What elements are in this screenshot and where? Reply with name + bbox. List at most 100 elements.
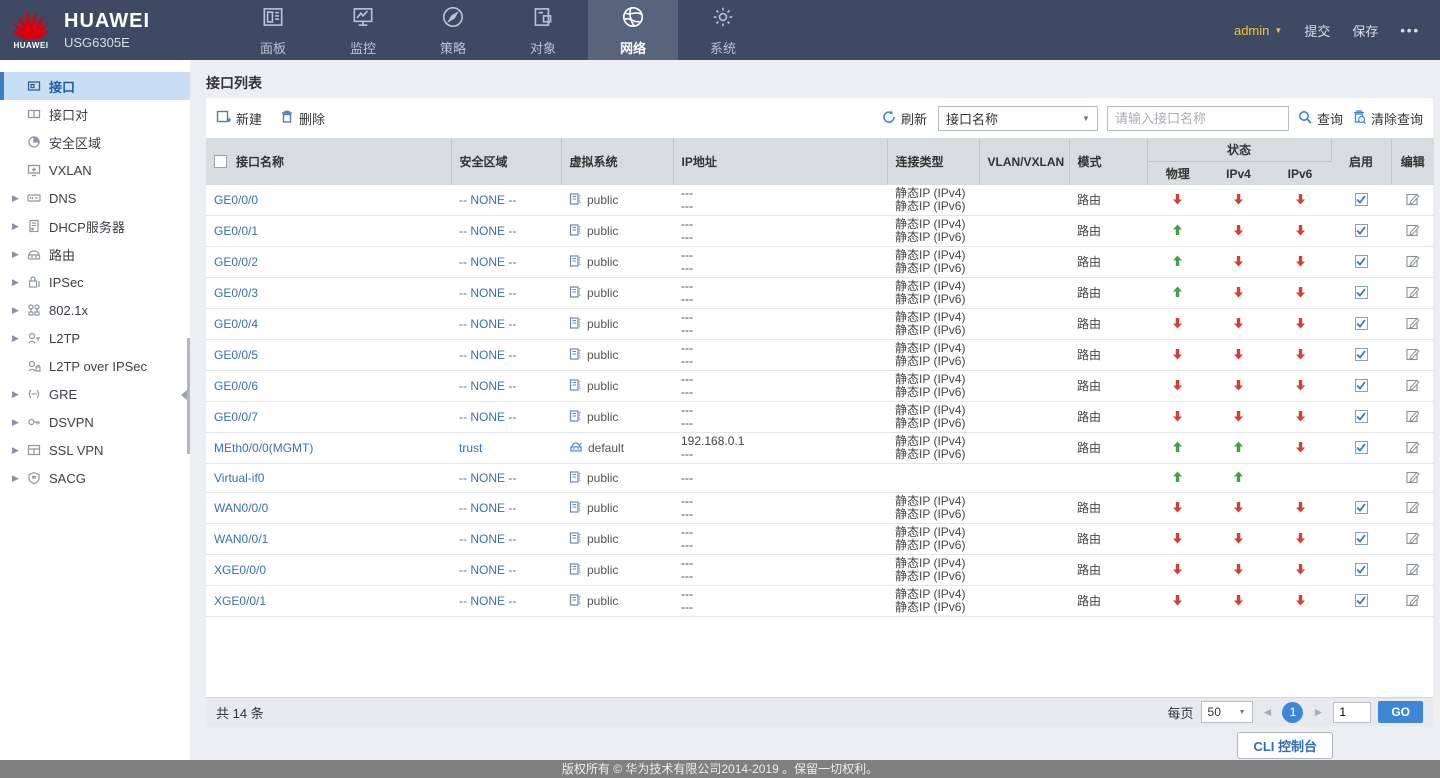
interface-name-link[interactable]: GE0/0/7 [214,410,258,424]
sidebar-item-12[interactable]: ▶DSVPN [0,408,190,436]
edit-icon[interactable] [1406,223,1420,240]
edit-icon[interactable] [1406,285,1420,302]
filter-field-select[interactable]: 接口名称 ▼ [938,106,1098,131]
interface-name-link[interactable]: GE0/0/3 [214,286,258,300]
commit-button[interactable]: 提交 [1304,21,1330,40]
search-input[interactable] [1107,106,1289,131]
interface-name-link[interactable]: GE0/0/6 [214,379,258,393]
edit-icon[interactable] [1406,470,1420,487]
security-zone-link[interactable]: -- NONE -- [459,471,516,485]
enable-checkbox[interactable] [1355,532,1368,545]
enable-checkbox[interactable] [1355,224,1368,237]
delete-button[interactable]: 删除 [280,109,325,128]
goto-page-input[interactable] [1333,702,1371,723]
edit-icon[interactable] [1406,500,1420,517]
nav-item-2[interactable]: 策略 [408,0,498,60]
edit-icon[interactable] [1406,593,1420,610]
security-zone-link[interactable]: -- NONE -- [459,224,516,238]
nav-item-1[interactable]: 监控 [318,0,408,60]
expand-arrow-icon[interactable]: ▶ [12,277,26,288]
sidebar-item-7[interactable]: ▶IPSec [0,268,190,296]
security-zone-link[interactable]: -- NONE -- [459,379,516,393]
sidebar-item-3[interactable]: VXLAN [0,156,190,184]
nav-item-3[interactable]: 对象 [498,0,588,60]
enable-checkbox[interactable] [1355,317,1368,330]
edit-icon[interactable] [1406,347,1420,364]
sidebar-item-5[interactable]: ▶DHCP服务器 [0,212,190,240]
interface-name-link[interactable]: XGE0/0/0 [214,563,266,577]
sidebar-item-2[interactable]: 安全区域 [0,128,190,156]
sidebar-item-11[interactable]: ▶GRE [0,380,190,408]
enable-checkbox[interactable] [1355,255,1368,268]
edit-icon[interactable] [1406,562,1420,579]
interface-name-link[interactable]: MEth0/0/0(MGMT) [214,441,313,455]
sidebar-item-0[interactable]: 接口 [0,72,190,100]
go-button[interactable]: GO [1378,701,1423,723]
per-page-select[interactable]: 50 ▼ [1201,701,1253,723]
edit-icon[interactable] [1406,531,1420,548]
sidebar-item-8[interactable]: ▶802.1x [0,296,190,324]
security-zone-link[interactable]: -- NONE -- [459,563,516,577]
expand-arrow-icon[interactable]: ▶ [12,193,26,204]
more-menu-button[interactable]: ••• [1400,23,1420,38]
sidebar-item-13[interactable]: ▶SSL VPN [0,436,190,464]
sidebar-item-14[interactable]: ▶SACG [0,464,190,492]
security-zone-link[interactable]: -- NONE -- [459,594,516,608]
edit-icon[interactable] [1406,192,1420,209]
edit-icon[interactable] [1406,254,1420,271]
expand-arrow-icon[interactable]: ▶ [12,473,26,484]
expand-arrow-icon[interactable]: ▶ [12,305,26,316]
save-button[interactable]: 保存 [1352,21,1378,40]
interface-name-link[interactable]: GE0/0/5 [214,348,258,362]
nav-item-4[interactable]: 网络 [588,0,678,60]
new-button[interactable]: 新建 [216,109,262,128]
query-button[interactable]: 查询 [1298,109,1343,128]
interface-name-link[interactable]: GE0/0/4 [214,317,258,331]
sidebar-collapse-handle[interactable] [187,338,190,454]
sidebar-item-1[interactable]: 接口对 [0,100,190,128]
sidebar-item-4[interactable]: ▶DNS [0,184,190,212]
enable-checkbox[interactable] [1355,501,1368,514]
security-zone-link[interactable]: -- NONE -- [459,532,516,546]
expand-arrow-icon[interactable]: ▶ [12,445,26,456]
sidebar-item-10[interactable]: L2TP over IPSec [0,352,190,380]
enable-checkbox[interactable] [1355,379,1368,392]
expand-arrow-icon[interactable]: ▶ [12,333,26,344]
next-page-icon[interactable]: ► [1310,705,1326,719]
expand-arrow-icon[interactable]: ▶ [12,417,26,428]
edit-icon[interactable] [1406,440,1420,457]
security-zone-link[interactable]: trust [459,441,482,455]
enable-checkbox[interactable] [1355,594,1368,607]
sidebar-item-6[interactable]: ▶路由 [0,240,190,268]
clear-query-button[interactable]: 清除查询 [1352,109,1423,128]
security-zone-link[interactable]: -- NONE -- [459,348,516,362]
expand-arrow-icon[interactable]: ▶ [12,389,26,400]
expand-arrow-icon[interactable]: ▶ [12,221,26,232]
refresh-button[interactable]: 刷新 [882,109,927,128]
interface-name-link[interactable]: Virtual-if0 [214,471,264,485]
interface-name-link[interactable]: GE0/0/2 [214,255,258,269]
enable-checkbox[interactable] [1355,563,1368,576]
enable-checkbox[interactable] [1355,348,1368,361]
security-zone-link[interactable]: -- NONE -- [459,286,516,300]
interface-name-link[interactable]: GE0/0/0 [214,193,258,207]
cli-console-button[interactable]: CLI 控制台 [1237,732,1333,759]
interface-name-link[interactable]: WAN0/0/0 [214,501,268,515]
prev-page-icon[interactable]: ◄ [1260,705,1276,719]
security-zone-link[interactable]: -- NONE -- [459,410,516,424]
security-zone-link[interactable]: -- NONE -- [459,255,516,269]
interface-name-link[interactable]: XGE0/0/1 [214,594,266,608]
security-zone-link[interactable]: -- NONE -- [459,317,516,331]
enable-checkbox[interactable] [1355,410,1368,423]
nav-item-0[interactable]: 面板 [228,0,318,60]
enable-checkbox[interactable] [1355,193,1368,206]
enable-checkbox[interactable] [1355,441,1368,454]
interface-name-link[interactable]: GE0/0/1 [214,224,258,238]
edit-icon[interactable] [1406,409,1420,426]
security-zone-link[interactable]: -- NONE -- [459,501,516,515]
current-page-button[interactable]: 1 [1282,702,1303,723]
expand-arrow-icon[interactable]: ▶ [12,249,26,260]
sidebar-item-9[interactable]: ▶L2TP [0,324,190,352]
nav-item-5[interactable]: 系统 [678,0,768,60]
edit-icon[interactable] [1406,316,1420,333]
